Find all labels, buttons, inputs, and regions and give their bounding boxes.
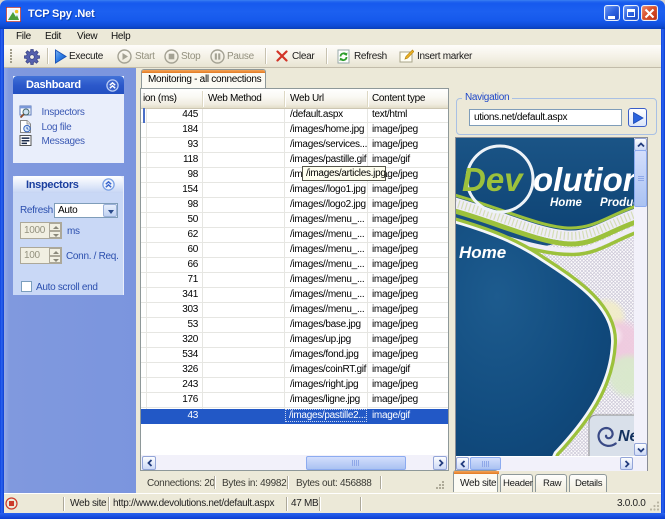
svg-text:Products: Products: [600, 197, 634, 209]
svg-text:Home: Home: [459, 243, 506, 262]
svg-text:Dev: Dev: [462, 161, 524, 198]
svg-text:Ne: Ne: [618, 428, 634, 445]
svg-text:olutions: olutions: [533, 161, 634, 198]
svg-text:Home: Home: [550, 197, 583, 209]
